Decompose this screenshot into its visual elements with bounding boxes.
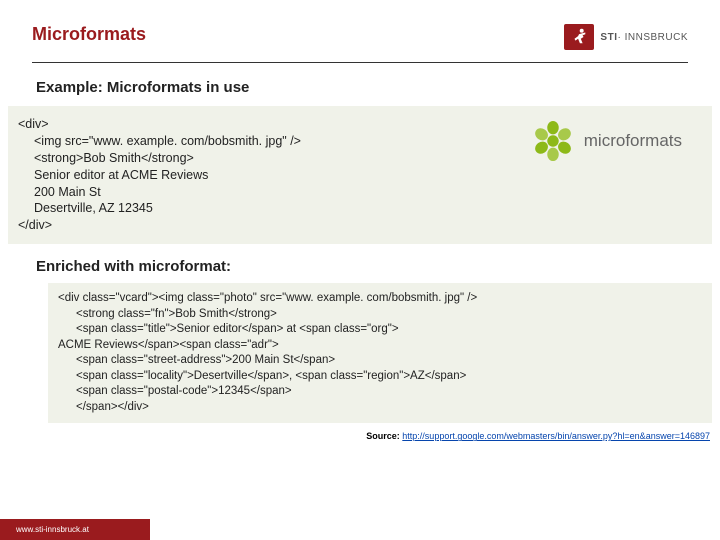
enriched-label: Enriched with microformat: (36, 258, 688, 275)
code-line: <strong class="fn">Bob Smith</strong> (58, 307, 702, 323)
microformats-label: microformats (584, 130, 682, 153)
source-label: Source: (366, 431, 402, 441)
code-example-microformat: <div class="vcard"><img class="photo" sr… (48, 283, 712, 423)
code-line: <div class="vcard"><img class="photo" sr… (58, 291, 702, 307)
code-line: <span class="title">Senior editor</span>… (58, 322, 702, 338)
footer-url: www.sti-innsbruck.at (0, 519, 150, 540)
microformats-icon (532, 120, 574, 162)
code-line: Senior editor at ACME Reviews (18, 167, 702, 184)
header-divider (32, 62, 688, 63)
microformats-logo: microformats (532, 120, 682, 162)
code-line: <span class="locality">Desertville</span… (58, 369, 702, 385)
example-subtitle: Example: Microformats in use (36, 79, 688, 96)
header: Microformats STI· INNSBRUCK (0, 0, 720, 58)
page-title: Microformats (32, 24, 146, 45)
code-example-plain: <div> <img src="www. example. com/bobsmi… (8, 106, 712, 244)
sti-logo: STI· INNSBRUCK (564, 24, 688, 50)
code-line: ACME Reviews</span><span class="adr"> (58, 338, 702, 354)
code-line: <span class="street-address">200 Main St… (58, 353, 702, 369)
code-line: 200 Main St (18, 184, 702, 201)
source-link[interactable]: http://support.google.com/webmasters/bin… (402, 431, 710, 441)
source-citation: Source: http://support.google.com/webmas… (0, 429, 720, 445)
logo-icon (564, 24, 594, 50)
logo-text: STI· INNSBRUCK (600, 32, 688, 43)
code-line: </div> (18, 217, 702, 234)
running-person-icon (570, 27, 588, 47)
code-line: </span></div> (58, 400, 702, 416)
code-line: Desertville, AZ 12345 (18, 200, 702, 217)
code-line: <span class="postal-code">12345</span> (58, 384, 702, 400)
